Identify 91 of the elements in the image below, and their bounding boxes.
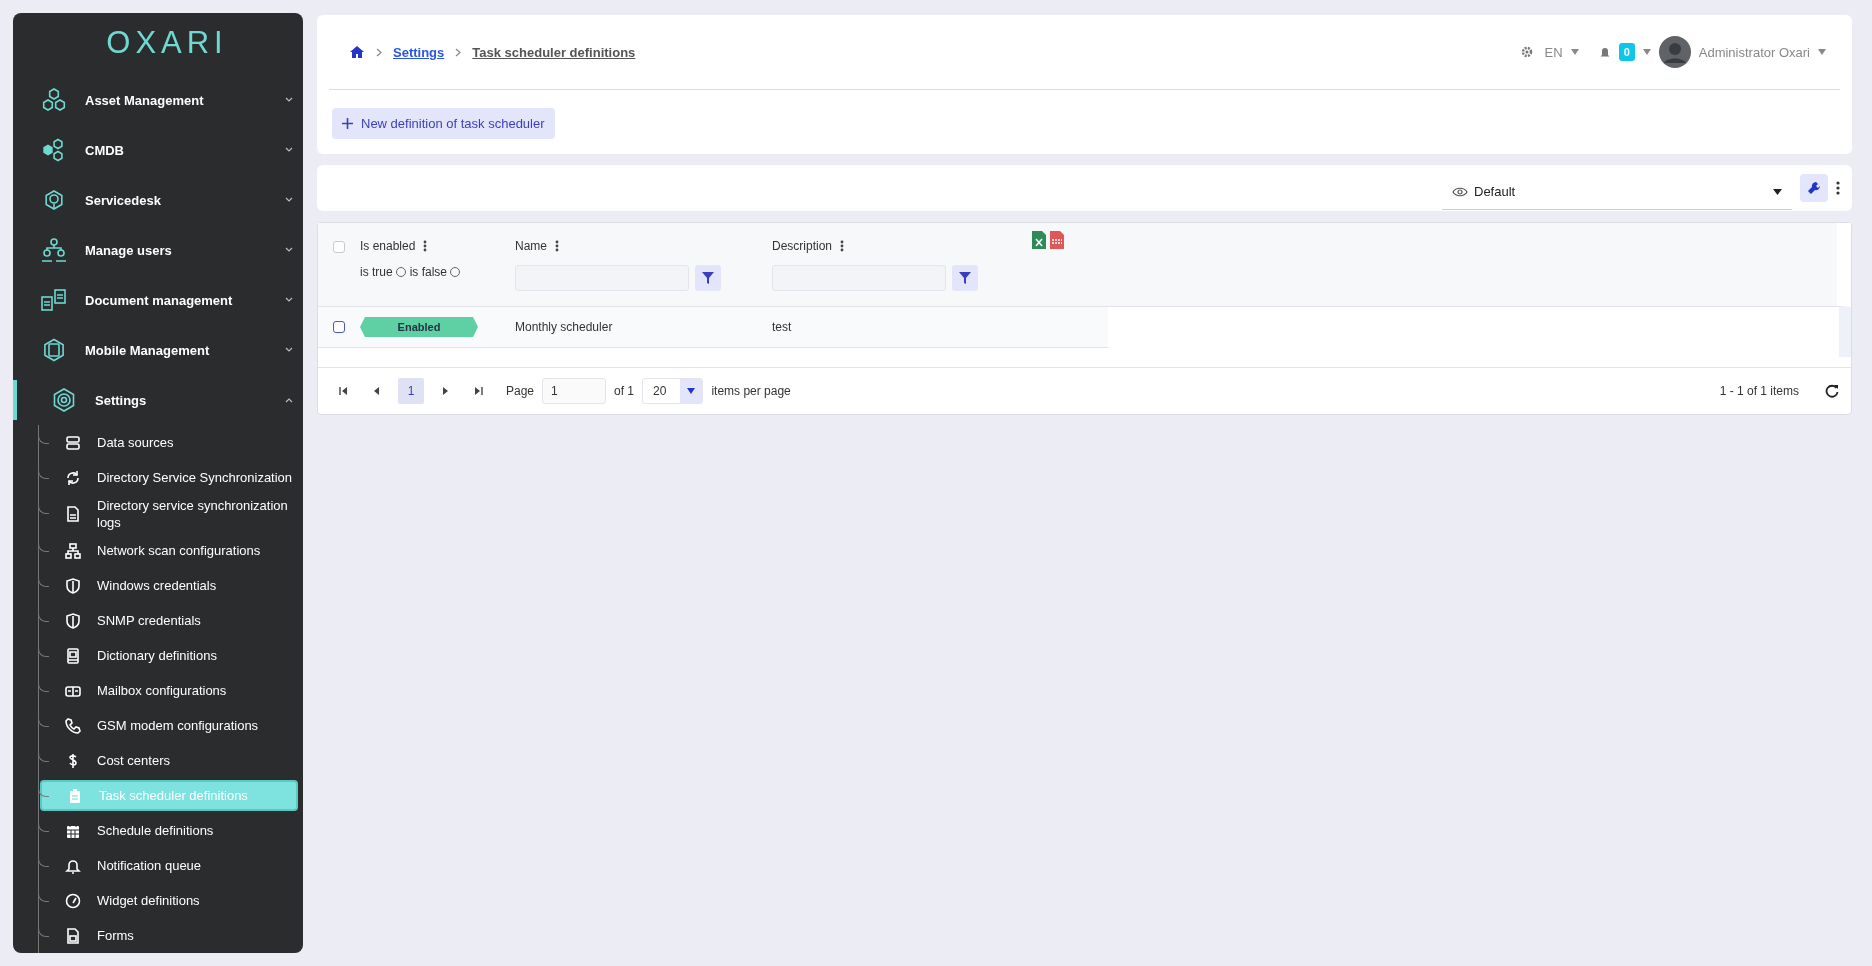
items-summary: 1 - 1 of 1 items [1719, 384, 1799, 398]
breadcrumb-link[interactable]: Settings [393, 44, 445, 60]
sidebar-item[interactable]: Directory Service Synchronization [53, 462, 298, 493]
sidebar-item[interactable]: Widget definitions [53, 885, 298, 916]
breadcrumb-link[interactable]: Task scheduler definitions [472, 44, 636, 60]
caret-down-icon[interactable] [1570, 49, 1579, 55]
document-icon [65, 506, 81, 522]
caret-down-icon[interactable] [1642, 49, 1651, 55]
database-icon [65, 434, 81, 451]
wrench-icon [1807, 181, 1821, 195]
sidebar-item[interactable]: Dictionary definitions [53, 640, 298, 671]
settings-icon[interactable] [1520, 46, 1533, 58]
caret-down-icon [1773, 188, 1782, 195]
bell-icon[interactable] [1598, 46, 1611, 58]
column-header[interactable]: Description [772, 239, 833, 253]
sidebar-item[interactable]: Notification queue [53, 850, 298, 881]
sync-icon [65, 469, 81, 486]
caret-down-icon[interactable] [1818, 49, 1826, 55]
documents-icon [40, 288, 68, 312]
sidebar-item[interactable]: Directory service synchronization logs [53, 495, 298, 533]
form-icon [65, 927, 81, 944]
hexagon-cluster-icon [40, 88, 68, 112]
sidebar-section[interactable]: Manage users [13, 225, 303, 275]
sidebar-item[interactable]: Schedule definitions [53, 815, 298, 846]
book-icon [65, 647, 81, 664]
user-name[interactable]: Administrator Oxari [1698, 44, 1810, 60]
filter-icon [959, 272, 971, 284]
avatar-icon[interactable] [1658, 36, 1691, 68]
sidebar-item[interactable]: Windows credentials [53, 570, 298, 601]
pdf-file-icon[interactable] [1050, 231, 1064, 249]
caret-down-icon [687, 388, 696, 394]
sidebar-item[interactable]: SNMP credentials [53, 605, 298, 636]
page-label: Page [506, 384, 535, 398]
sidebar-item[interactable]: Mailbox configurations [53, 675, 298, 706]
phone-icon [65, 717, 81, 734]
first-page-icon [339, 387, 347, 395]
filter-option-label[interactable]: is false [409, 265, 448, 279]
sidebar-section[interactable]: Mobile Management [13, 325, 303, 375]
network-icon [65, 542, 81, 559]
column-menu-icon[interactable] [840, 240, 845, 252]
bell-icon [65, 857, 81, 874]
page-number-button[interactable]: 1 [398, 378, 424, 404]
sidebar-item[interactable]: GSM modem configurations [53, 710, 298, 741]
filter-button[interactable] [952, 265, 978, 291]
scrollbar[interactable] [1839, 307, 1851, 357]
status-badge: Enabled [360, 317, 478, 337]
column-menu-icon[interactable] [423, 240, 428, 252]
page-count-label: of 1 [614, 384, 635, 398]
sidebar-item[interactable]: Data sources [53, 427, 298, 458]
view-select[interactable]: Default [1442, 174, 1792, 210]
oxari-logo: OXARI [105, 24, 228, 62]
plus-icon [342, 118, 353, 129]
column-menu-icon[interactable] [555, 240, 559, 252]
more-icon[interactable] [1836, 181, 1840, 195]
sidebar-section[interactable]: Servicedesk [13, 175, 303, 225]
previous-page-icon [373, 387, 381, 395]
chevron-right-icon [455, 47, 462, 57]
wrench-button[interactable] [1800, 174, 1828, 202]
page-size-select[interactable]: 20 [642, 378, 704, 404]
sidebar-section[interactable]: Asset Management [13, 75, 303, 125]
gauge-icon [65, 892, 81, 909]
items-per-page-label: items per page [711, 384, 791, 398]
next-page-icon [441, 387, 449, 395]
table-cell-text: Monthly scheduler [515, 320, 614, 334]
language-label[interactable]: EN [1544, 44, 1563, 60]
shield-icon [65, 612, 81, 629]
new-definition-button[interactable]: New definition of task scheduler [332, 108, 555, 139]
shield-icon [65, 577, 81, 594]
sidebar-item[interactable]: Forms [53, 920, 298, 951]
sidebar-item[interactable]: Cost centers [53, 745, 298, 776]
last-page-icon [475, 387, 483, 395]
column-header[interactable]: Is enabled [360, 239, 416, 253]
filter-icon [702, 272, 714, 284]
filter-button[interactable] [695, 265, 721, 291]
sidebar-section[interactable]: Settings [13, 375, 303, 425]
chevron-right-icon [376, 47, 382, 57]
column-header[interactable]: Name [515, 239, 547, 253]
sidebar-item[interactable]: Network scan configurations [53, 535, 298, 566]
page-input[interactable]: 1 [542, 378, 607, 404]
eye-icon [1452, 186, 1468, 197]
table-cell: test [772, 320, 792, 334]
sidebar-section[interactable]: Document management [13, 275, 303, 325]
select-all-checkbox[interactable] [333, 241, 345, 253]
sidebar-section[interactable]: CMDB [13, 125, 303, 175]
filter-option-label[interactable]: is true [360, 265, 393, 279]
people-icon [40, 238, 68, 262]
clipboard-icon [67, 787, 83, 804]
home-icon[interactable] [349, 45, 365, 59]
row-checkbox[interactable] [333, 321, 345, 333]
excel-file-icon[interactable] [1032, 231, 1046, 249]
refresh-icon[interactable] [1825, 384, 1839, 398]
